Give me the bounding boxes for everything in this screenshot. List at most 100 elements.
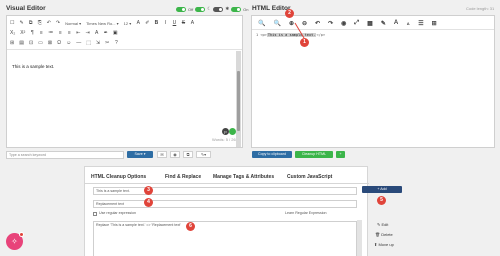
rules-list: Replace 'This is a sample text.' => 'Rep…: [93, 221, 357, 256]
code-open-tag: <p>: [260, 33, 267, 37]
new-document-icon[interactable]: ☐: [10, 20, 14, 26]
copy-icon[interactable]: ⧉: [29, 20, 33, 26]
outdent-icon[interactable]: ⇤: [76, 30, 80, 36]
star-icon[interactable]: ✱: [225, 6, 229, 12]
editor-toggles: Off ☾ ✱ On: [176, 6, 248, 12]
settings-icon[interactable]: ⊞: [432, 20, 437, 27]
indent-icon[interactable]: ⇥: [85, 30, 89, 36]
replace-input[interactable]: Replacement text: [93, 200, 357, 208]
font-color-icon[interactable]: A: [190, 20, 194, 26]
toggle-switch-3[interactable]: [213, 6, 224, 12]
tab-find-replace[interactable]: Find & Replace: [165, 174, 202, 180]
strikethrough-icon[interactable]: S: [181, 20, 185, 26]
rule-item[interactable]: Replace 'This is a sample text.' => 'Rep…: [96, 223, 181, 227]
align-left-icon[interactable]: ≡: [58, 30, 62, 36]
grid-icon[interactable]: ▦: [367, 20, 373, 27]
emoji-icon[interactable]: ☺: [66, 40, 71, 46]
font-larger-icon[interactable]: A: [394, 20, 398, 26]
format-select[interactable]: Normal ▾: [65, 21, 81, 26]
search-input[interactable]: Type a search keyword: [6, 151, 124, 159]
learn-regex-link[interactable]: Learn Regular Expression: [285, 211, 327, 215]
font-family-select[interactable]: Times New Ro... ▾: [86, 21, 119, 26]
expand-icon[interactable]: ⤢: [354, 20, 359, 27]
align-center-icon[interactable]: ≡: [67, 30, 71, 36]
bold-icon[interactable]: B: [154, 20, 159, 26]
copy-to-clipboard-button[interactable]: Copy to clipboard: [252, 151, 292, 158]
paste-icon[interactable]: ⎘: [38, 20, 42, 26]
pencil-icon[interactable]: ✎: [381, 20, 386, 27]
preview-icon[interactable]: ◉: [341, 20, 346, 27]
text-style-icon[interactable]: A: [95, 30, 99, 36]
toggle-label-off: Off: [188, 6, 194, 12]
tab-manage-tags[interactable]: Manage Tags & Attributes: [213, 174, 274, 180]
cut-icon[interactable]: ✂: [105, 40, 109, 46]
subscript-icon[interactable]: X₂: [10, 30, 15, 36]
visual-scrollbar-thumb[interactable]: [237, 71, 240, 131]
callout-badge-5: 5: [377, 196, 386, 205]
view-icon[interactable]: ◉: [170, 151, 180, 158]
image-icon[interactable]: ▤: [19, 40, 24, 46]
horizontal-rule-icon[interactable]: —: [76, 40, 81, 46]
options-panel: HTML Cleanup Options Find & Replace Mana…: [84, 166, 369, 256]
underline-icon[interactable]: U: [172, 20, 177, 26]
tab-divider: [85, 183, 369, 184]
toggle-switch-2[interactable]: [195, 6, 206, 12]
move-up-button[interactable]: ⬆ Move up: [374, 242, 394, 247]
visual-toolbar-row-3: ⊞ ▤ ⊡ ▭ ⊠ Ω ☺ — ⬚ ⇲ ✂ ?: [10, 38, 118, 48]
embed-icon[interactable]: ▭: [38, 40, 43, 46]
help-icon[interactable]: ?: [114, 40, 118, 46]
table-icon[interactable]: ⊞: [10, 40, 14, 46]
edit-rule-button[interactable]: ✎ Edit: [377, 222, 388, 227]
redo-icon[interactable]: ↷: [328, 20, 333, 27]
numbered-list-icon[interactable]: ≔: [48, 30, 53, 36]
rules-scrollbar[interactable]: [357, 220, 362, 256]
tab-custom-javascript[interactable]: Custom JavaScript: [287, 174, 332, 180]
paragraph-icon[interactable]: ¶: [30, 30, 34, 36]
undo-icon[interactable]: ↶: [47, 20, 51, 26]
regex-checkbox[interactable]: [93, 212, 97, 216]
tools-icon[interactable]: ✎▾: [196, 151, 211, 158]
callout-badge-3: 3: [144, 186, 153, 195]
toggle-label-on: On: [243, 6, 249, 12]
toggle-switch-1[interactable]: [176, 6, 186, 12]
superscript-icon[interactable]: X²: [20, 30, 25, 36]
copy-icon[interactable]: ⧉: [183, 151, 193, 158]
bulleted-list-icon[interactable]: ≡: [39, 30, 43, 36]
visual-scrollbar[interactable]: [236, 51, 241, 147]
find-input[interactable]: This is a sample text.: [93, 187, 357, 195]
visual-editor-content[interactable]: This is a sample text.: [12, 64, 54, 69]
arrow-annotation: [294, 22, 305, 39]
add-button[interactable]: +: [336, 151, 345, 158]
fullscreen-icon[interactable]: ⇲: [96, 40, 100, 46]
mail-icon[interactable]: ✉: [157, 151, 167, 158]
text-color-icon[interactable]: A: [136, 20, 140, 26]
delete-rule-button[interactable]: 🗑 Delete: [375, 232, 393, 237]
visual-editor-pane: ☐ ✎ ⧉ ⎘ ↶ ↷ Normal ▾ Times New Ro... ▾ 1…: [6, 15, 243, 148]
select-all-icon[interactable]: ⬚: [86, 40, 91, 46]
font-size-select[interactable]: 12 ▾: [124, 21, 132, 26]
wrap-icon[interactable]: ☰: [418, 20, 423, 27]
cleanup-html-button[interactable]: Cleanup HTML: [295, 151, 333, 158]
edit-icon[interactable]: ✎: [19, 20, 23, 26]
find-replace-icon[interactable]: 🔍: [273, 20, 280, 27]
save-button[interactable]: Save ▾: [127, 151, 153, 158]
moon-icon[interactable]: ☾: [207, 6, 211, 12]
notification-dot: [19, 232, 24, 237]
link-icon[interactable]: ⊠: [48, 40, 52, 46]
undo-icon[interactable]: ↶: [315, 20, 320, 27]
block-icon[interactable]: ▣: [113, 30, 118, 36]
add-rule-button[interactable]: + Add: [362, 186, 402, 193]
search-icon[interactable]: 🔍: [258, 20, 265, 27]
font-smaller-icon[interactable]: A: [406, 21, 410, 26]
regex-label: Use regular expression: [99, 211, 136, 215]
line-number: 1: [256, 33, 259, 37]
visual-toolbar-row-1: ☐ ✎ ⧉ ⎘ ↶ ↷ Normal ▾ Times New Ro... ▾ 1…: [10, 18, 194, 28]
media-icon[interactable]: ⊡: [29, 40, 33, 46]
pen-icon[interactable]: ✒: [104, 30, 108, 36]
toggle-switch-4[interactable]: [231, 6, 242, 12]
italic-icon[interactable]: I: [163, 20, 167, 26]
highlight-icon[interactable]: ✐: [145, 20, 149, 26]
tab-html-cleanup-options[interactable]: HTML Cleanup Options: [91, 174, 146, 180]
special-char-icon[interactable]: Ω: [57, 40, 61, 46]
redo-icon[interactable]: ↷: [56, 20, 60, 26]
